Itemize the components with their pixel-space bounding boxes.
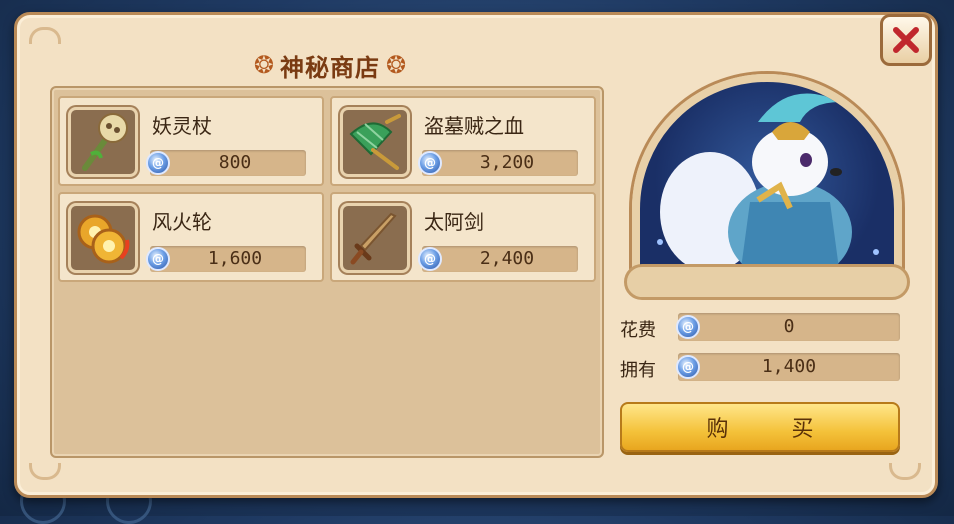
sword-icon [340, 203, 410, 273]
close-button[interactable] [880, 14, 932, 66]
portrait-frame [632, 74, 902, 284]
cost-value: 0 [783, 316, 795, 337]
fire-wheel-icon [68, 203, 138, 273]
merchant-portrait [624, 70, 910, 306]
item-price: 3,200 [479, 152, 535, 173]
swirl-ornament-icon: ❂ [386, 51, 407, 79]
shop-title-banner: ❂ 神秘商店 ❂ [228, 46, 432, 84]
shop-title: 神秘商店 [280, 53, 380, 82]
item-name: 妖灵杖 [152, 114, 212, 138]
shop-item[interactable]: 太阿剑 @ 2,400 [330, 192, 596, 282]
shop-item[interactable]: 风火轮 @ 1,600 [58, 192, 324, 282]
item-name: 太阿剑 [424, 210, 484, 234]
price-bar: @ 1,600 [146, 246, 306, 272]
shop-item[interactable]: 盗墓贼之血 @ 3,200 [330, 96, 596, 186]
shop-item[interactable]: 妖灵杖 @ 800 [58, 96, 324, 186]
buy-button[interactable]: 购 买 [620, 402, 900, 452]
price-bar: @ 2,400 [418, 246, 578, 272]
corner-ornament [29, 463, 61, 480]
owned-value: 1,400 [761, 356, 817, 377]
owned-bar: @ 1,400 [676, 353, 900, 381]
item-name: 盗墓贼之血 [424, 114, 524, 138]
cost-label: 花费 [620, 320, 656, 341]
staff-icon [68, 107, 138, 177]
umbrella-icon [340, 107, 410, 177]
merchant-character-image [657, 93, 879, 276]
item-price: 2,400 [479, 248, 535, 269]
item-price: 800 [218, 152, 252, 173]
item-price: 1,600 [207, 248, 263, 269]
price-bar: @ 800 [146, 150, 306, 176]
corner-ornament [29, 27, 61, 44]
item-grid: 妖灵杖 @ 800 盗墓贼之血 @ 3,200 风火轮 @ 1,600 太阿剑 … [50, 86, 604, 458]
cost-bar: @ 0 [676, 313, 900, 341]
item-name: 风火轮 [152, 210, 212, 234]
corner-ornament [889, 463, 921, 480]
portrait-pedestal [624, 264, 910, 300]
owned-label: 拥有 [620, 360, 656, 381]
close-icon [893, 27, 919, 53]
swirl-ornament-icon: ❂ [253, 51, 274, 79]
price-bar: @ 3,200 [418, 150, 578, 176]
